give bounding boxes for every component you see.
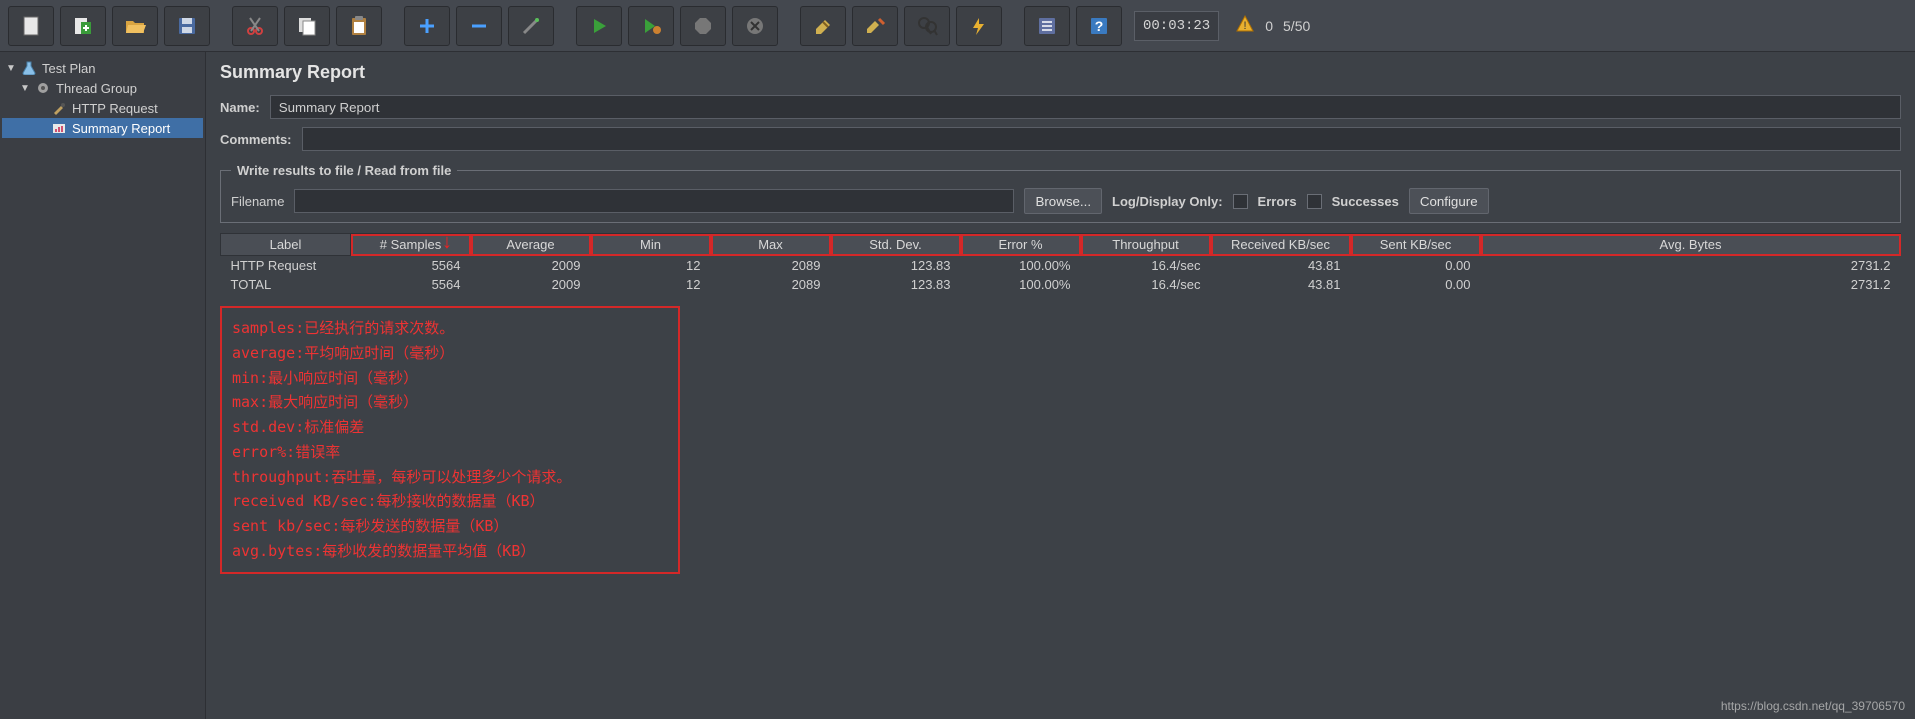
shutdown-button[interactable]: [732, 6, 778, 46]
reset-search-button[interactable]: [956, 6, 1002, 46]
col-stddev[interactable]: Std. Dev.: [831, 234, 961, 256]
add-button[interactable]: [404, 6, 450, 46]
tree-item-thread-group[interactable]: ▼ Thread Group: [2, 78, 203, 98]
col-max[interactable]: Max: [711, 234, 831, 256]
file-new-template-button[interactable]: [60, 6, 106, 46]
annotation-box: samples:已经执行的请求次数。 average:平均响应时间（毫秒） mi…: [220, 306, 680, 574]
table-cell: 0.00: [1351, 275, 1481, 294]
name-input[interactable]: [270, 95, 1901, 119]
gear-icon: [34, 80, 52, 96]
table-header-row: Label # Samples Average Min Max Std. Dev…: [221, 234, 1901, 256]
table-cell: HTTP Request: [221, 256, 351, 276]
table-cell: 123.83: [831, 256, 961, 276]
table-cell: 100.00%: [961, 256, 1081, 276]
name-label: Name:: [220, 100, 260, 115]
tree-item-label: Thread Group: [56, 81, 137, 96]
successes-label: Successes: [1332, 194, 1399, 209]
panel-title: Summary Report: [220, 62, 1901, 83]
cut-button[interactable]: [232, 6, 278, 46]
summary-table: Label # Samples Average Min Max Std. Dev…: [220, 233, 1901, 294]
table-cell: 2009: [471, 256, 591, 276]
logdisplay-label: Log/Display Only:: [1112, 194, 1223, 209]
beaker-icon: [20, 60, 38, 76]
col-samples[interactable]: # Samples: [351, 234, 471, 256]
svg-text:?: ?: [1095, 18, 1104, 34]
tree-item-test-plan[interactable]: ▼ Test Plan: [2, 58, 203, 78]
thread-count: 5/50: [1283, 18, 1310, 34]
watermark: https://blog.csdn.net/qq_39706570: [1721, 699, 1905, 713]
svg-text:!: !: [1244, 20, 1247, 32]
summary-report-panel: Summary Report Name: Comments: Write res…: [206, 52, 1915, 719]
tree-item-label: Summary Report: [72, 121, 170, 136]
function-helper-button[interactable]: [1024, 6, 1070, 46]
table-cell: 2089: [711, 275, 831, 294]
remove-button[interactable]: [456, 6, 502, 46]
copy-button[interactable]: [284, 6, 330, 46]
run-notimers-button[interactable]: [628, 6, 674, 46]
help-button[interactable]: ?: [1076, 6, 1122, 46]
filename-input[interactable]: [294, 189, 1014, 213]
errors-checkbox[interactable]: [1233, 194, 1248, 209]
errors-label: Errors: [1258, 194, 1297, 209]
table-row[interactable]: HTTP Request55642009122089123.83100.00%1…: [221, 256, 1901, 276]
expand-icon[interactable]: ▼: [20, 83, 30, 94]
tree-item-summary-report[interactable]: Summary Report: [2, 118, 203, 138]
col-received[interactable]: Received KB/sec: [1211, 234, 1351, 256]
run-button[interactable]: [576, 6, 622, 46]
table-cell: 16.4/sec: [1081, 256, 1211, 276]
elapsed-timer: 00:03:23: [1134, 11, 1219, 41]
table-cell: 2009: [471, 275, 591, 294]
clear-all-button[interactable]: [852, 6, 898, 46]
table-cell: 43.81: [1211, 256, 1351, 276]
tree-item-http-request[interactable]: HTTP Request: [2, 98, 203, 118]
comments-label: Comments:: [220, 132, 292, 147]
table-cell: 0.00: [1351, 256, 1481, 276]
table-cell: 12: [591, 275, 711, 294]
filename-label: Filename: [231, 194, 284, 209]
file-save-button[interactable]: [164, 6, 210, 46]
table-cell: 12: [591, 256, 711, 276]
col-label[interactable]: Label: [221, 234, 351, 256]
col-avgbytes[interactable]: Avg. Bytes: [1481, 234, 1901, 256]
comments-input[interactable]: [302, 127, 1901, 151]
clear-button[interactable]: [800, 6, 846, 46]
table-cell: 43.81: [1211, 275, 1351, 294]
col-average[interactable]: Average: [471, 234, 591, 256]
table-cell: 5564: [351, 256, 471, 276]
browse-button[interactable]: Browse...: [1024, 188, 1102, 214]
dropper-icon: [50, 100, 68, 116]
tree-item-label: HTTP Request: [72, 101, 158, 116]
test-plan-tree: ▼ Test Plan ▼ Thread Group HTTP Request …: [0, 52, 206, 719]
toolbar: ? 00:03:23 ! 0 5/50: [0, 0, 1915, 52]
successes-checkbox[interactable]: [1307, 194, 1322, 209]
table-row[interactable]: TOTAL55642009122089123.83100.00%16.4/sec…: [221, 275, 1901, 294]
expand-icon[interactable]: ▼: [6, 63, 16, 74]
col-sent[interactable]: Sent KB/sec: [1351, 234, 1481, 256]
search-button[interactable]: [904, 6, 950, 46]
table-cell: 2731.2: [1481, 256, 1901, 276]
col-throughput[interactable]: Throughput: [1081, 234, 1211, 256]
table-cell: 16.4/sec: [1081, 275, 1211, 294]
tree-item-label: Test Plan: [42, 61, 95, 76]
paste-button[interactable]: [336, 6, 382, 46]
col-error[interactable]: Error %: [961, 234, 1081, 256]
warning-icon: !: [1235, 14, 1255, 37]
report-icon: [50, 120, 68, 136]
stop-button[interactable]: [680, 6, 726, 46]
wand-button[interactable]: [508, 6, 554, 46]
file-open-button[interactable]: [112, 6, 158, 46]
fieldset-legend: Write results to file / Read from file: [231, 163, 457, 178]
table-cell: 123.83: [831, 275, 961, 294]
table-cell: 100.00%: [961, 275, 1081, 294]
col-min[interactable]: Min: [591, 234, 711, 256]
table-cell: 2731.2: [1481, 275, 1901, 294]
file-fieldset: Write results to file / Read from file F…: [220, 163, 1901, 223]
warning-count: 0: [1265, 18, 1273, 34]
file-new-button[interactable]: [8, 6, 54, 46]
configure-button[interactable]: Configure: [1409, 188, 1489, 214]
table-cell: 2089: [711, 256, 831, 276]
table-cell: TOTAL: [221, 275, 351, 294]
table-cell: 5564: [351, 275, 471, 294]
